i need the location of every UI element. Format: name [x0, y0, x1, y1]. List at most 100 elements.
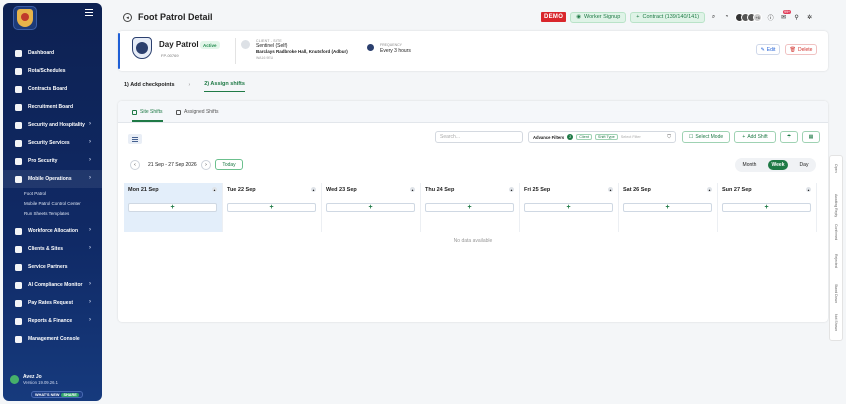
edit-button[interactable]: ✎ Edit [756, 44, 780, 55]
rail-status-item[interactable]: Rejected [834, 254, 838, 268]
app-version: Version 19.09.26.1 [23, 380, 58, 385]
sidebar-subitem[interactable]: Foot Patrol [3, 188, 102, 198]
menu-icon [15, 263, 22, 271]
sidebar-item[interactable]: Dashboard [3, 44, 102, 62]
sidebar-item[interactable]: Rota/Schedules [3, 62, 102, 80]
view-toggle: Month Week Day [735, 158, 816, 172]
menu-icon [15, 139, 22, 147]
add-shift-slot-button[interactable]: + [623, 203, 712, 212]
patrol-summary-card: Day Patrol Active FP-00769 CLIENT - SITE… [118, 31, 828, 71]
menu-icon [15, 227, 22, 235]
sidebar-item-label: Workforce Allocation [28, 228, 79, 234]
client-address[interactable]: Barclays Radbroke Hall, Knutsford (Adbur… [256, 49, 348, 54]
company-logo[interactable] [13, 6, 37, 30]
add-shift-slot-button[interactable]: + [524, 203, 613, 212]
tab-site-shifts[interactable]: Site Shifts [132, 109, 163, 122]
add-shift-slot-button[interactable]: + [722, 203, 811, 212]
select-mode-button[interactable]: ☐ Select Mode [682, 131, 730, 143]
sidebar-item-label: Clients & Sites [28, 246, 64, 252]
status-legend-rail: Open Awaiting Reply Confirmed Rejected Stand… [829, 155, 843, 341]
filter-chip-client[interactable]: Client [576, 134, 592, 140]
today-button[interactable]: Today [215, 159, 243, 170]
back-button[interactable]: ◂ [123, 13, 132, 22]
advance-filters[interactable]: Advance Filters 2 Client Shift Type Sele… [528, 131, 676, 143]
sidebar-item[interactable]: Pay Rates Request › [3, 294, 102, 312]
info-icon[interactable]: ⓘ [766, 13, 775, 22]
sidebar-item[interactable]: Clients & Sites › [3, 240, 102, 258]
chevron-right-icon: › [89, 317, 91, 323]
worker-signup-button[interactable]: ◉ Worker Signup [570, 11, 627, 23]
sidebar-item-label: Pro Security [28, 158, 58, 164]
pencil-icon: ✎ [760, 46, 765, 53]
next-week-button[interactable]: › [201, 160, 211, 170]
filter-select[interactable]: Select Filter [621, 135, 641, 139]
notification-icon[interactable]: ✉ 99+ [779, 9, 792, 22]
rail-status-item[interactable]: Open [834, 164, 838, 173]
step-add-checkpoints[interactable]: 1) Add checkpoints [124, 82, 175, 92]
publish-button[interactable]: ☂ [780, 131, 798, 143]
sidebar-item-label: Contracts Board [28, 86, 68, 92]
sidebar-item[interactable]: Service Partners [3, 258, 102, 276]
calendar-button[interactable]: ▦ [802, 131, 820, 143]
sidebar-item[interactable]: Reports & Finance › [3, 312, 102, 330]
chevron-right-icon: › [89, 227, 91, 233]
search-input[interactable]: Search... [435, 131, 523, 143]
filter-chip-shift-type[interactable]: Shift Type [594, 134, 618, 140]
collapse-icon[interactable]: ▴ [707, 187, 712, 192]
add-shift-slot-button[interactable]: + [425, 203, 514, 212]
sidebar-item[interactable]: Workforce Allocation › [3, 222, 102, 240]
settings-icon[interactable]: ✲ [805, 13, 814, 22]
add-shift-button[interactable]: + Add Shift [734, 131, 776, 143]
sidebar-item[interactable]: Security and Hospitality › [3, 116, 102, 134]
add-shift-slot-button[interactable]: + [326, 203, 415, 212]
rail-status-item[interactable]: Confirmed [834, 224, 838, 240]
sidebar-item[interactable]: Pro Security › [3, 152, 102, 170]
view-day[interactable]: Day [796, 160, 813, 170]
frequency-value: Every 3 hours [380, 48, 411, 54]
view-month[interactable]: Month [739, 160, 761, 170]
collapse-icon[interactable]: ▴ [806, 187, 811, 192]
tab-label: Assigned Shifts [184, 109, 219, 115]
sidebar-user[interactable]: Avez Jo Version 19.09.26.1 [10, 374, 58, 385]
collapse-icon[interactable]: ▴ [509, 187, 514, 192]
link-icon[interactable]: ⚲ [792, 13, 801, 22]
filter-icon[interactable]: ⛉ [667, 134, 671, 140]
sidebar-item[interactable]: Mobile Operations › [3, 170, 102, 188]
list-view-button[interactable] [128, 134, 142, 144]
search-icon[interactable]: ⌕ [709, 13, 718, 22]
step-assign-shifts[interactable]: 2) Assign shifts [204, 81, 245, 92]
contract-button[interactable]: + Contract (139/140/141) [630, 11, 706, 23]
collapse-icon[interactable]: ▴ [212, 187, 217, 192]
delete-button[interactable]: 🗑 Delete [785, 44, 817, 55]
rail-status-item[interactable]: Stand Down [834, 284, 838, 303]
sidebar-subitem[interactable]: Mobile Patrol Control Center [3, 198, 102, 208]
page-title: Foot Patrol Detail [138, 12, 213, 22]
chevron-right-icon: › [89, 245, 91, 251]
sidebar-item-label: Management Console [28, 336, 80, 342]
sidebar-item[interactable]: Security Services › [3, 134, 102, 152]
online-users[interactable]: +6 [735, 12, 763, 22]
sidebar-item[interactable]: Recruitment Board [3, 98, 102, 116]
sidebar-item[interactable]: Management Console [3, 330, 102, 348]
sidebar-item-label: Recruitment Board [28, 104, 74, 110]
tab-assigned-shifts[interactable]: Assigned Shifts [176, 109, 218, 115]
whats-new-button[interactable]: WHAT'S NEW SHARE [31, 391, 83, 398]
sidebar-item[interactable]: Contracts Board [3, 80, 102, 98]
rail-status-item[interactable]: Not Shown [834, 314, 838, 331]
sidebar-item[interactable]: AI Compliance Monitor › [3, 276, 102, 294]
collapse-icon[interactable]: ▴ [311, 187, 316, 192]
menu-toggle-icon[interactable] [85, 9, 93, 17]
prev-week-button[interactable]: ‹ [130, 160, 140, 170]
add-shift-slot-button[interactable]: + [227, 203, 316, 212]
add-shift-slot-button[interactable]: + [128, 203, 217, 212]
sidebar: Dashboard Rota/Schedules Contracts Board Re… [3, 3, 102, 401]
collapse-icon[interactable]: ▴ [410, 187, 415, 192]
collapse-icon[interactable]: ▴ [608, 187, 613, 192]
view-week[interactable]: Week [767, 160, 789, 170]
app-root: Dashboard Rota/Schedules Contracts Board Re… [0, 0, 846, 404]
whats-new-badge: SHARE [61, 392, 79, 397]
sidebar-subitem[interactable]: Run Sheets Templates [3, 208, 102, 218]
history-icon[interactable]: ◔ [722, 13, 731, 22]
rail-status-item[interactable]: Awaiting Reply [834, 194, 838, 217]
user-avatar [10, 375, 19, 384]
